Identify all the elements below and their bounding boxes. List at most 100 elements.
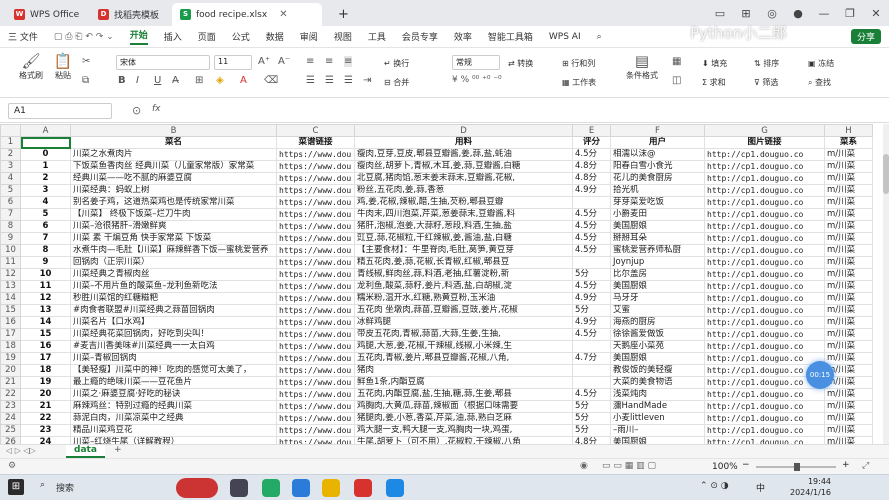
- cell-h[interactable]: m/川菜: [824, 280, 873, 293]
- cell-h[interactable]: m/川菜: [824, 184, 873, 197]
- cell-b[interactable]: 川菜–不用片鱼的酸菜鱼–龙利鱼新吃法: [70, 280, 277, 293]
- cell-b[interactable]: 麻辣鸡丝：特别过瘾的经典川菜: [70, 400, 277, 413]
- freeze-button[interactable]: ▣ 冻结: [808, 58, 834, 69]
- row-header[interactable]: 4: [0, 172, 21, 185]
- cell-a[interactable]: 18: [20, 364, 71, 377]
- avatar[interactable]: ●: [785, 7, 811, 20]
- cell-c[interactable]: https://www.dou: [276, 256, 355, 269]
- row-header[interactable]: 16: [0, 316, 21, 329]
- sheet-nav-icons[interactable]: ◁ ▷ ◁▷: [6, 446, 36, 455]
- zoom-search-icon[interactable]: ⊙: [132, 104, 141, 117]
- row-header[interactable]: 10: [0, 244, 21, 257]
- header-cell[interactable]: 用户: [610, 136, 705, 149]
- cell-d[interactable]: 猪肝,泡椒,泡姜,大蒜籽,葱段,料酒,生抽,盐: [354, 220, 573, 233]
- cell-f[interactable]: 相濡以沫@: [610, 148, 705, 161]
- cell-f[interactable]: 比尔盖房: [610, 268, 705, 281]
- sheet-tab-data[interactable]: data: [66, 445, 105, 458]
- cell-f[interactable]: 小爵麦田: [610, 208, 705, 221]
- cell-a[interactable]: 8: [20, 244, 71, 257]
- table-style-icon[interactable]: ▦: [672, 56, 681, 67]
- cell-f[interactable]: 瀰HandMade: [610, 400, 705, 413]
- font-name-select[interactable]: 宋体: [116, 55, 210, 70]
- cell-f[interactable]: 小麦littleven: [610, 412, 705, 425]
- convert-button[interactable]: ⇄ 转换: [508, 58, 533, 69]
- row-header[interactable]: 15: [0, 304, 21, 317]
- cell-g[interactable]: http://cp1.douguo.co: [704, 148, 825, 161]
- header-cell[interactable]: 图片链接: [704, 136, 825, 149]
- cell-h[interactable]: m/川菜: [824, 400, 873, 413]
- cell-a[interactable]: 12: [20, 292, 71, 305]
- cell-b[interactable]: 水煮牛肉—毛肚【川菜】麻辣鲜香下饭—蜜桃爱营养: [70, 244, 277, 257]
- cell-d[interactable]: 五花肉,内酯豆腐,盐,生抽,糖,蒜,生姜,郫县: [354, 388, 573, 401]
- corner-cell[interactable]: [0, 124, 21, 137]
- cell-h[interactable]: m/川菜: [824, 340, 873, 353]
- cell-f[interactable]: 美国厨娘: [610, 436, 705, 444]
- cell-d[interactable]: 豇豆,蒜,花椒粒,干红辣椒,姜,酱油,盐,白糖: [354, 232, 573, 245]
- format-painter-button[interactable]: 🖌 格式刷: [14, 52, 48, 81]
- cell-b[interactable]: 精品川菜鸡豆花: [70, 424, 277, 437]
- column-header-h[interactable]: H: [824, 124, 873, 137]
- cell-a[interactable]: 22: [20, 412, 71, 425]
- cell-g[interactable]: http://cp1.douguo.co: [704, 220, 825, 233]
- cell-b[interactable]: 【川菜】 终极下饭菜–烂刀牛肉: [70, 208, 277, 221]
- file-menu[interactable]: 三 文件: [8, 30, 38, 43]
- cell-c[interactable]: https://www.dou: [276, 268, 355, 281]
- cell-d[interactable]: 精五花肉,姜,蒜,花椒,长青椒,红椒,郫县豆: [354, 256, 573, 269]
- vertical-scrollbar[interactable]: [883, 124, 889, 444]
- menu-smart-toolbox[interactable]: 智能工具箱: [488, 30, 533, 43]
- cell-b[interactable]: 下饭菜鱼香肉丝 经典川菜（儿童家常版）家常菜: [70, 160, 277, 173]
- row-header[interactable]: 12: [0, 268, 21, 281]
- cell-c[interactable]: https://www.dou: [276, 388, 355, 401]
- menu-view[interactable]: 视图: [334, 30, 352, 43]
- cell-e[interactable]: 4.5分: [572, 388, 611, 401]
- row-header[interactable]: 9: [0, 232, 21, 245]
- tray-icons[interactable]: ⌃ ⊙ ◑: [700, 481, 729, 491]
- cell-a[interactable]: 1: [20, 160, 71, 173]
- cell-c[interactable]: https://www.dou: [276, 328, 355, 341]
- cell-e[interactable]: 5分: [572, 400, 611, 413]
- cell-f[interactable]: 徐徐酱爱做饭: [610, 328, 705, 341]
- cell-b[interactable]: 川菜之水煮肉片: [70, 148, 277, 161]
- row-header[interactable]: 20: [0, 364, 21, 377]
- search-icon[interactable]: ⌕: [597, 32, 602, 42]
- column-header-f[interactable]: F: [610, 124, 705, 137]
- cell-b[interactable]: 川菜经典花菜回锅肉，好吃到尖叫！: [70, 328, 277, 341]
- new-tab-button[interactable]: +: [330, 3, 357, 26]
- clear-format-icon[interactable]: ⌫: [264, 75, 278, 86]
- minimize-icon[interactable]: —: [811, 7, 837, 20]
- cell-e[interactable]: 4.5分: [572, 244, 611, 257]
- tab-food-recipe[interactable]: S food recipe.xlsx ✕: [172, 3, 322, 26]
- cell-b[interactable]: #麦吉川香美味#川菜经典一一太白鸡: [70, 340, 277, 353]
- layout-icon[interactable]: ▭: [707, 7, 733, 20]
- cell-e[interactable]: 4.9分: [572, 292, 611, 305]
- column-header-g[interactable]: G: [704, 124, 825, 137]
- row-header[interactable]: 26: [0, 436, 21, 444]
- cell-g[interactable]: http://cp1.douguo.co: [704, 196, 825, 209]
- cell-h[interactable]: m/川菜: [824, 328, 873, 341]
- menu-review[interactable]: 审阅: [300, 30, 318, 43]
- align-bottom-icon[interactable]: ≡: [344, 56, 353, 67]
- tiles-icon[interactable]: ⊞: [733, 7, 759, 20]
- cell-a[interactable]: 11: [20, 280, 71, 293]
- cell-c[interactable]: https://www.dou: [276, 244, 355, 257]
- fullscreen-icon[interactable]: ⤢: [862, 461, 869, 471]
- font-size-select[interactable]: 11: [214, 55, 252, 70]
- cell-g[interactable]: http://cp1.douguo.co: [704, 388, 825, 401]
- cell-e[interactable]: 4.5分: [572, 232, 611, 245]
- menu-data[interactable]: 数据: [266, 30, 284, 43]
- floating-timer-bubble[interactable]: 00:15: [806, 361, 834, 389]
- row-header[interactable]: 25: [0, 424, 21, 437]
- underline-button[interactable]: U: [154, 75, 161, 86]
- copy-icon[interactable]: ⧉: [82, 75, 89, 86]
- cell-b[interactable]: 川菜名片【口水鸡】: [70, 316, 277, 329]
- menu-insert[interactable]: 插入: [164, 30, 182, 43]
- cell-e[interactable]: [572, 340, 611, 353]
- cell-d[interactable]: 青线椒,鲜肉丝,蒜,料酒,老抽,红薯淀粉,新: [354, 268, 573, 281]
- increase-font-icon[interactable]: A⁺: [258, 56, 270, 67]
- cell-f[interactable]: 海燕的厨房: [610, 316, 705, 329]
- row-header[interactable]: 2: [0, 148, 21, 161]
- cell-d[interactable]: 鸡胸肉,大黄瓜,蒜苗,辣椒面（根据口味需要: [354, 400, 573, 413]
- cell-e[interactable]: 5分: [572, 304, 611, 317]
- cell-c[interactable]: https://www.dou: [276, 436, 355, 444]
- decrease-font-icon[interactable]: A⁻: [278, 56, 290, 67]
